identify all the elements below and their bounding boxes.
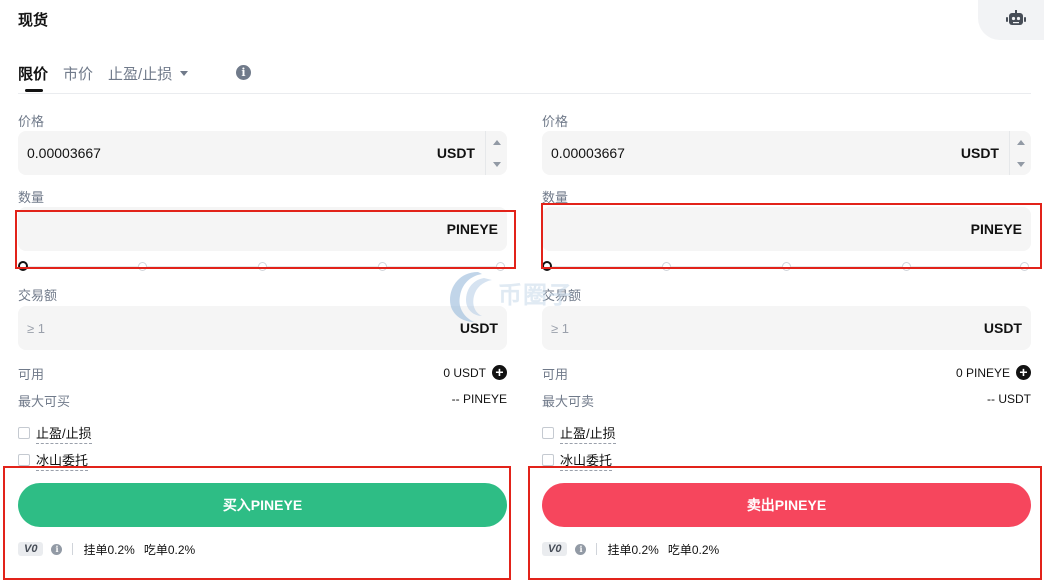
available-row: 可用 0 PINEYE + bbox=[542, 364, 1031, 382]
iceberg-checkbox[interactable] bbox=[542, 454, 554, 466]
price-increment-button[interactable] bbox=[486, 131, 508, 153]
amount-label: 数量 bbox=[18, 190, 45, 205]
arrow-up-icon bbox=[1017, 139, 1025, 145]
buy-price-input[interactable]: 0.00003667 USDT bbox=[18, 131, 507, 175]
max-buy-value: -- PINEYE bbox=[451, 392, 507, 406]
watermark-logo-icon bbox=[450, 272, 492, 322]
arrow-down-icon bbox=[493, 161, 501, 167]
arrow-up-icon bbox=[493, 139, 501, 145]
tpsl-checkbox[interactable] bbox=[542, 427, 554, 439]
arrow-down-icon bbox=[1017, 161, 1025, 167]
max-buy-row: 最大可买 -- PINEYE bbox=[18, 391, 507, 409]
highlight-box-buy-button bbox=[3, 466, 511, 580]
sell-total-input[interactable]: ≥ 1 USDT bbox=[542, 306, 1031, 350]
price-label: 价格 bbox=[542, 114, 569, 129]
price-stepper bbox=[1009, 131, 1031, 175]
available-value: 0 USDT bbox=[443, 365, 486, 380]
buy-total-input[interactable]: ≥ 1 USDT bbox=[18, 306, 507, 350]
deposit-plus-icon[interactable]: + bbox=[492, 365, 507, 380]
price-increment-button[interactable] bbox=[1010, 131, 1032, 153]
available-label: 可用 bbox=[542, 367, 569, 382]
highlight-box-buy-amount bbox=[15, 210, 516, 269]
highlight-box-sell-button bbox=[528, 466, 1042, 580]
price-decrement-button[interactable] bbox=[1010, 153, 1032, 175]
tpsl-checkbox-row[interactable]: 止盈/止损 bbox=[542, 423, 616, 444]
total-placeholder: ≥ 1 bbox=[27, 321, 45, 336]
tpsl-checkbox[interactable] bbox=[18, 427, 30, 439]
tpsl-label: 止盈/止损 bbox=[560, 423, 616, 444]
total-unit: USDT bbox=[983, 320, 1022, 336]
watermark-text: 币圈子 bbox=[498, 282, 573, 309]
watermark: 币圈子 bbox=[448, 266, 598, 326]
iceberg-checkbox[interactable] bbox=[18, 454, 30, 466]
price-stepper bbox=[485, 131, 507, 175]
highlight-box-sell-amount bbox=[541, 203, 1042, 269]
available-value: 0 PINEYE bbox=[955, 365, 1010, 380]
price-label: 价格 bbox=[18, 114, 45, 129]
price-unit: USDT bbox=[960, 145, 999, 161]
total-label: 交易额 bbox=[18, 288, 58, 303]
price-value: 0.00003667 bbox=[551, 145, 625, 161]
tpsl-checkbox-row[interactable]: 止盈/止损 bbox=[18, 423, 92, 444]
max-sell-row: 最大可卖 -- USDT bbox=[542, 391, 1031, 409]
tpsl-label: 止盈/止损 bbox=[36, 423, 92, 444]
price-decrement-button[interactable] bbox=[486, 153, 508, 175]
available-label: 可用 bbox=[18, 367, 45, 382]
price-unit: USDT bbox=[436, 145, 475, 161]
max-sell-value: -- USDT bbox=[987, 392, 1031, 406]
max-buy-label: 最大可买 bbox=[18, 394, 71, 409]
available-row: 可用 0 USDT + bbox=[18, 364, 507, 382]
max-sell-label: 最大可卖 bbox=[542, 394, 595, 409]
sell-price-input[interactable]: 0.00003667 USDT bbox=[542, 131, 1031, 175]
deposit-plus-icon[interactable]: + bbox=[1016, 365, 1031, 380]
price-value: 0.00003667 bbox=[27, 145, 101, 161]
